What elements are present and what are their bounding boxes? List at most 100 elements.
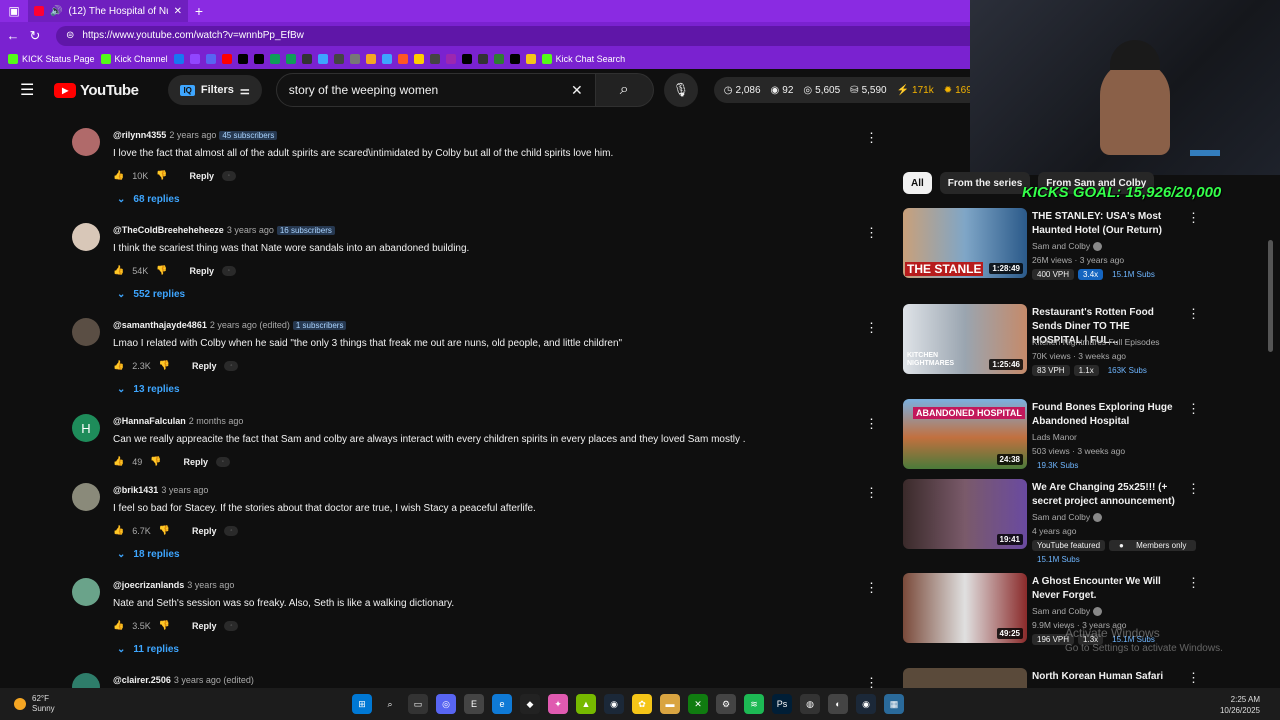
comment-time[interactable]: 2 months ago (189, 416, 244, 426)
like-icon[interactable]: 👍 (113, 525, 124, 536)
search-icon[interactable]: ⌕ (380, 694, 400, 714)
reply-button[interactable]: Reply (189, 266, 214, 276)
bookmark-icon[interactable] (413, 54, 424, 64)
window-menu-icon[interactable]: ▣ (0, 0, 28, 22)
search-button[interactable]: ⌕ (595, 73, 654, 107)
comment-time[interactable]: 2 years ago (edited) (210, 320, 290, 330)
edge-icon[interactable]: e (492, 694, 512, 714)
bookmark-kick-status[interactable]: KICK Status Page (8, 54, 95, 64)
discord-icon[interactable]: ◎ (436, 694, 456, 714)
avatar[interactable] (72, 128, 100, 156)
reply-button[interactable]: Reply (192, 361, 217, 371)
more-options-icon[interactable]: ⋮ (865, 225, 878, 241)
view-replies-button[interactable]: ⌄ 11 replies (117, 644, 179, 655)
steam-icon[interactable]: ◉ (604, 694, 624, 714)
comment-time[interactable]: 2 years ago (169, 130, 216, 140)
channel-name[interactable]: Sam and Colby (1032, 241, 1103, 252)
video-title[interactable]: We Are Changing 25x25!!! (+ secret proje… (1032, 481, 1182, 509)
app-icon[interactable]: ◍ (800, 694, 820, 714)
related-video[interactable]: North Korean Human Safari ⋮ (903, 668, 1263, 688)
epic-icon[interactable]: E (464, 694, 484, 714)
video-title[interactable]: Found Bones Exploring Huge Abandoned Hos… (1032, 401, 1182, 429)
task-view-icon[interactable]: ▭ (408, 694, 428, 714)
hamburger-menu-icon[interactable]: ☰ (20, 80, 40, 100)
file-explorer-icon[interactable]: ▬ (660, 694, 680, 714)
sheets-icon[interactable] (285, 54, 296, 64)
twitch-icon[interactable] (189, 54, 200, 64)
clear-search-icon[interactable]: ✕ (571, 82, 583, 99)
reply-button[interactable]: Reply (192, 621, 217, 631)
avatar[interactable] (72, 578, 100, 606)
comment-time[interactable]: 3 years ago (227, 225, 274, 235)
more-options-icon[interactable]: ⋮ (865, 130, 878, 146)
avatar[interactable] (72, 223, 100, 251)
more-options-icon[interactable]: ⋮ (1187, 670, 1200, 686)
reaction-icon[interactable]: ◦ (224, 360, 239, 371)
bookmark-icon[interactable] (365, 54, 376, 64)
like-icon[interactable]: 👍 (113, 360, 124, 371)
comment-author[interactable]: @joecrizanlands (113, 580, 184, 590)
bookmark-icon[interactable] (317, 54, 328, 64)
bookmark-icon[interactable] (493, 54, 504, 64)
bookmark-icon[interactable] (461, 54, 472, 64)
bookmark-icon[interactable] (381, 54, 392, 64)
like-icon[interactable]: 👍 (113, 456, 124, 467)
avatar[interactable] (72, 318, 100, 346)
start-icon[interactable]: ⊞ (352, 694, 372, 714)
like-icon[interactable]: 👍 (113, 265, 124, 276)
more-options-icon[interactable]: ⋮ (1187, 401, 1200, 417)
youtube-icon[interactable] (221, 54, 232, 64)
more-options-icon[interactable]: ⋮ (1187, 481, 1200, 497)
avatar[interactable] (72, 483, 100, 511)
video-thumbnail[interactable]: KITCHEN NIGHTMARES 1:25:46 (903, 304, 1027, 374)
more-options-icon[interactable]: ⋮ (1187, 210, 1200, 226)
facebook-icon[interactable] (173, 54, 184, 64)
browser-tab[interactable]: 🔊 (12) The Hospital of Nuns a ✕ (28, 0, 188, 22)
app-icon[interactable]: ◆ (520, 694, 540, 714)
dislike-icon[interactable]: 👎 (159, 620, 170, 631)
video-thumbnail[interactable]: ABANDONED HOSPITAL 24:38 (903, 399, 1027, 469)
bookmark-icon[interactable] (477, 54, 488, 64)
reply-button[interactable]: Reply (183, 457, 208, 467)
new-tab-icon[interactable]: + (188, 0, 210, 22)
like-icon[interactable]: 👍 (113, 170, 124, 181)
bookmark-kick-chat-search[interactable]: Kick Chat Search (541, 54, 625, 64)
x-icon[interactable] (253, 54, 264, 64)
comment-time[interactable]: 3 years ago (161, 485, 208, 495)
chip-from-series[interactable]: From the series (939, 172, 1031, 194)
site-info-icon[interactable]: ⊜ (66, 30, 74, 41)
x-icon[interactable] (237, 54, 248, 64)
reaction-icon[interactable]: ◦ (224, 620, 239, 631)
copilot-icon[interactable]: ✦ (548, 694, 568, 714)
comment-time[interactable]: 3 years ago (187, 580, 234, 590)
channel-name[interactable]: Lads Manor (1032, 432, 1077, 442)
view-replies-button[interactable]: ⌄ 18 replies (117, 549, 180, 560)
view-replies-button[interactable]: ⌄ 13 replies (117, 384, 180, 395)
video-thumbnail[interactable]: THE STANLE 1:28:49 (903, 208, 1027, 278)
comment-author[interactable]: @clairer.2506 (113, 675, 171, 685)
system-clock[interactable]: 2:25 AM 10/26/2025 (1220, 694, 1260, 716)
view-replies-button[interactable]: ⌄ 68 replies (117, 194, 180, 205)
channel-name[interactable]: Sam and Colby (1032, 606, 1103, 617)
more-options-icon[interactable]: ⋮ (865, 580, 878, 596)
video-thumbnail[interactable] (903, 668, 1027, 688)
bookmark-icon[interactable] (333, 54, 344, 64)
close-tab-icon[interactable]: ✕ (174, 6, 182, 17)
view-replies-button[interactable]: ⌄ 552 replies (117, 289, 185, 300)
bookmark-icon[interactable] (525, 54, 536, 64)
filters-button[interactable]: IQ Filters ⚌ (168, 75, 262, 105)
steam-icon[interactable]: ◉ (856, 694, 876, 714)
dislike-icon[interactable]: 👎 (150, 456, 161, 467)
app-icon[interactable]: ◐ (828, 694, 848, 714)
video-thumbnail[interactable]: 49:25 (903, 573, 1027, 643)
video-title[interactable]: A Ghost Encounter We Will Never Forget. (1032, 575, 1182, 603)
snapchat-icon[interactable]: ✿ (632, 694, 652, 714)
channel-name[interactable]: Sam and Colby (1032, 512, 1103, 523)
settings-icon[interactable]: ⚙ (716, 694, 736, 714)
comment-author[interactable]: @HannaFalculan (113, 416, 186, 426)
comment-author[interactable]: @rilynn4355 (113, 130, 166, 140)
like-icon[interactable]: 👍 (113, 620, 124, 631)
dislike-icon[interactable]: 👎 (159, 525, 170, 536)
youtube-logo[interactable]: ▶ YouTube (54, 82, 139, 99)
voice-search-button[interactable]: 🎙 (663, 73, 698, 107)
